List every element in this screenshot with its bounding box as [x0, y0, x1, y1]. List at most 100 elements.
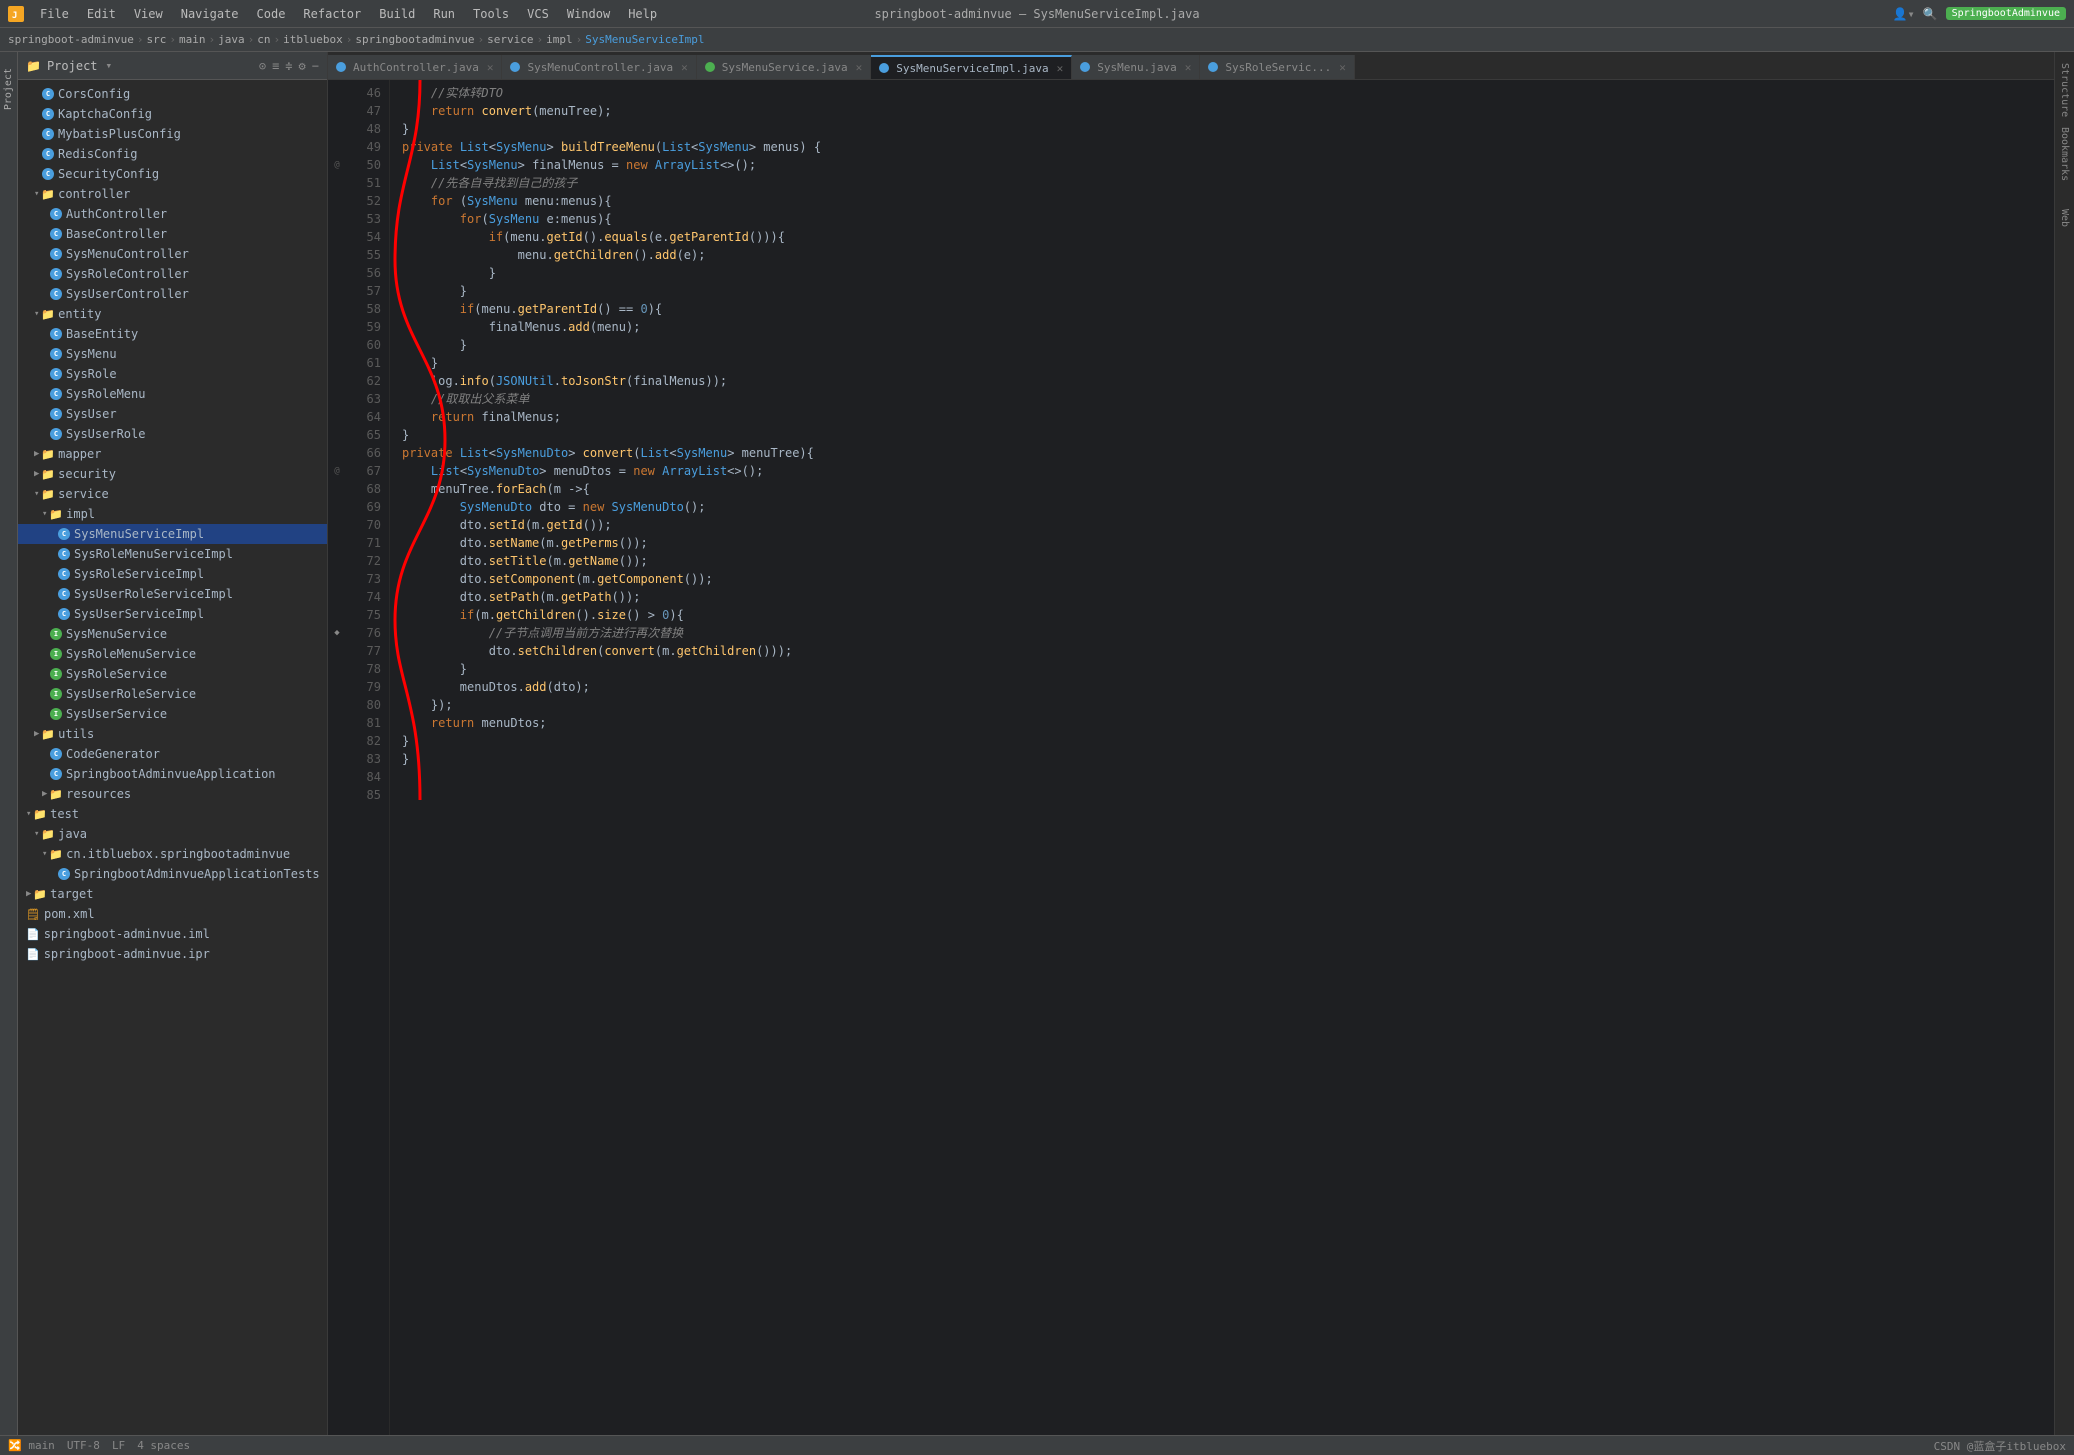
menu-build[interactable]: Build — [371, 5, 423, 23]
tree-item-springbootipr[interactable]: 📄 springboot-adminvue.ipr — [18, 944, 327, 964]
bc-main[interactable]: main — [179, 33, 206, 46]
bc-springboot[interactable]: springboot-adminvue — [8, 33, 134, 46]
search-icon[interactable]: 🔍 — [1923, 7, 1938, 21]
close-panel-icon[interactable]: − — [312, 59, 319, 73]
tree-item-securityconfig[interactable]: C SecurityConfig — [18, 164, 327, 184]
tab-close-sysmenuservice[interactable]: ✕ — [856, 61, 863, 74]
tree-item-impl[interactable]: ▾ 📁 impl — [18, 504, 327, 524]
menu-view[interactable]: View — [126, 5, 171, 23]
right-sidebar-web[interactable]: Web — [2057, 188, 2072, 248]
panel-dropdown[interactable]: ▾ — [106, 59, 113, 72]
menu-tools[interactable]: Tools — [465, 5, 517, 23]
tab-sysroleservic[interactable]: SysRoleServic... ✕ — [1200, 55, 1355, 79]
tree-item-controller[interactable]: ▾ 📁 controller — [18, 184, 327, 204]
tree-item-sysmenucontroller[interactable]: C SysMenuController — [18, 244, 327, 264]
expand-all-icon[interactable]: ≡ — [272, 59, 279, 73]
bc-src[interactable]: src — [146, 33, 166, 46]
code-line-66: } — [402, 426, 2054, 444]
status-indent[interactable]: 4 spaces — [137, 1439, 190, 1452]
tab-sysmenucontroller[interactable]: SysMenuController.java ✕ — [502, 55, 696, 79]
menu-file[interactable]: File — [32, 5, 77, 23]
tree-item-sysrolemenuservice[interactable]: I SysRoleMenuService — [18, 644, 327, 664]
tab-close-sysmenucontroller[interactable]: ✕ — [681, 61, 688, 74]
right-sidebar-structure[interactable]: Structure — [2057, 60, 2072, 120]
user-icon[interactable]: 👤▾ — [1893, 7, 1915, 21]
tab-authcontroller[interactable]: AuthController.java ✕ — [328, 55, 502, 79]
tree-item-basecontroller[interactable]: C BaseController — [18, 224, 327, 244]
tree-item-pomxml[interactable]: 🗒 pom.xml — [18, 904, 327, 924]
tree-item-entity[interactable]: ▾ 📁 entity — [18, 304, 327, 324]
menu-refactor[interactable]: Refactor — [295, 5, 369, 23]
code-line-81: }); — [402, 696, 2054, 714]
menu-code[interactable]: Code — [249, 5, 294, 23]
bc-impl[interactable]: impl — [546, 33, 573, 46]
tab-close-sysmenu[interactable]: ✕ — [1185, 61, 1192, 74]
tab-close-sysroleservic[interactable]: ✕ — [1339, 61, 1346, 74]
menu-edit[interactable]: Edit — [79, 5, 124, 23]
code-content[interactable]: //实体转DTO return convert(menuTree); } pri… — [390, 80, 2054, 1455]
tree-item-sysrole[interactable]: C SysRole — [18, 364, 327, 384]
tree-item-target[interactable]: ▶ 📁 target — [18, 884, 327, 904]
menu-vcs[interactable]: VCS — [519, 5, 557, 23]
tab-close-sysmenuserviceimpl[interactable]: ✕ — [1057, 62, 1064, 75]
tree-item-kaptchaconfig[interactable]: C KaptchaConfig — [18, 104, 327, 124]
bc-cn[interactable]: cn — [257, 33, 270, 46]
tree-item-test[interactable]: ▾ 📁 test — [18, 804, 327, 824]
tree-item-springbootapptests[interactable]: C SpringbootAdminvueApplicationTests — [18, 864, 327, 884]
tab-sysmenuserviceimpl[interactable]: SysMenuServiceImpl.java ✕ — [871, 55, 1072, 79]
tree-item-sysuserservice[interactable]: I SysUserService — [18, 704, 327, 724]
tree-item-corsconfig[interactable]: C CorsConfig — [18, 84, 327, 104]
project-tab-button[interactable]: Project — [1, 60, 16, 118]
tab-label-sysmenu: SysMenu.java — [1097, 61, 1176, 74]
collapse-all-icon[interactable]: ≑ — [285, 59, 292, 73]
tree-item-sysmenu[interactable]: C SysMenu — [18, 344, 327, 364]
code-line-63: log.info(JSONUtil.toJsonStr(finalMenus))… — [402, 372, 2054, 390]
menu-window[interactable]: Window — [559, 5, 618, 23]
tree-item-springbootiml[interactable]: 📄 springboot-adminvue.iml — [18, 924, 327, 944]
menu-navigate[interactable]: Navigate — [173, 5, 247, 23]
tree-item-redisconfig[interactable]: C RedisConfig — [18, 144, 327, 164]
menu-run[interactable]: Run — [425, 5, 463, 23]
locate-icon[interactable]: ⊙ — [259, 59, 266, 73]
bc-itbluebox[interactable]: itbluebox — [283, 33, 343, 46]
status-line-ending[interactable]: LF — [112, 1439, 125, 1452]
tree-item-sysmenuserviceimpl[interactable]: C SysMenuServiceImpl — [18, 524, 327, 544]
tree-item-sysuserroleservice[interactable]: I SysUserRoleService — [18, 684, 327, 704]
bc-java[interactable]: java — [218, 33, 245, 46]
tree-item-sysrolemenu[interactable]: C SysRoleMenu — [18, 384, 327, 404]
bc-springbootadminvue[interactable]: springbootadminvue — [355, 33, 474, 46]
status-encoding[interactable]: UTF-8 — [67, 1439, 100, 1452]
tree-item-sysuserserviceimpl[interactable]: C SysUserServiceImpl — [18, 604, 327, 624]
tree-item-sysrolemenuserviceimpl[interactable]: C SysRoleMenuServiceImpl — [18, 544, 327, 564]
status-git[interactable]: 🔀 main — [8, 1439, 55, 1452]
tree-item-resources[interactable]: ▶ 📁 resources — [18, 784, 327, 804]
menu-help[interactable]: Help — [620, 5, 665, 23]
tree-item-utils[interactable]: ▶ 📁 utils — [18, 724, 327, 744]
tab-sysmenuservice[interactable]: SysMenuService.java ✕ — [697, 55, 871, 79]
tree-item-cn2[interactable]: ▾ 📁 cn.itbluebox.springbootadminvue — [18, 844, 327, 864]
tree-item-sysusercontroller[interactable]: C SysUserController — [18, 284, 327, 304]
settings-icon[interactable]: ⚙ — [299, 59, 306, 73]
tree-item-sysmenuservice[interactable]: I SysMenuService — [18, 624, 327, 644]
tab-sysmenu[interactable]: SysMenu.java ✕ — [1072, 55, 1200, 79]
tree-item-sysuser[interactable]: C SysUser — [18, 404, 327, 424]
tree-item-codegenerator[interactable]: C CodeGenerator — [18, 744, 327, 764]
gutter-68 — [328, 480, 346, 498]
tree-item-baseentity[interactable]: C BaseEntity — [18, 324, 327, 344]
tree-item-springbootapp[interactable]: C SpringbootAdminvueApplication — [18, 764, 327, 784]
right-sidebar-bookmarks[interactable]: Bookmarks — [2057, 124, 2072, 184]
tree-item-sysrolecontroller[interactable]: C SysRoleController — [18, 264, 327, 284]
tree-item-security[interactable]: ▶ 📁 security — [18, 464, 327, 484]
tree-item-authcontroller[interactable]: C AuthController — [18, 204, 327, 224]
tree-item-sysroleservice[interactable]: I SysRoleService — [18, 664, 327, 684]
tab-close-authcontroller[interactable]: ✕ — [487, 61, 494, 74]
tree-item-mapper[interactable]: ▶ 📁 mapper — [18, 444, 327, 464]
tree-item-sysuserroleserviceimpl[interactable]: C SysUserRoleServiceImpl — [18, 584, 327, 604]
tree-item-mybatisplusconfig[interactable]: C MybatisPlusConfig — [18, 124, 327, 144]
bc-sysmenuserviceimpl[interactable]: SysMenuServiceImpl — [585, 33, 704, 46]
tree-item-sysuserrole[interactable]: C SysUserRole — [18, 424, 327, 444]
bc-service[interactable]: service — [487, 33, 533, 46]
tree-item-sysroleserviceimpl[interactable]: C SysRoleServiceImpl — [18, 564, 327, 584]
tree-item-java2[interactable]: ▾ 📁 java — [18, 824, 327, 844]
tree-item-service[interactable]: ▾ 📁 service — [18, 484, 327, 504]
